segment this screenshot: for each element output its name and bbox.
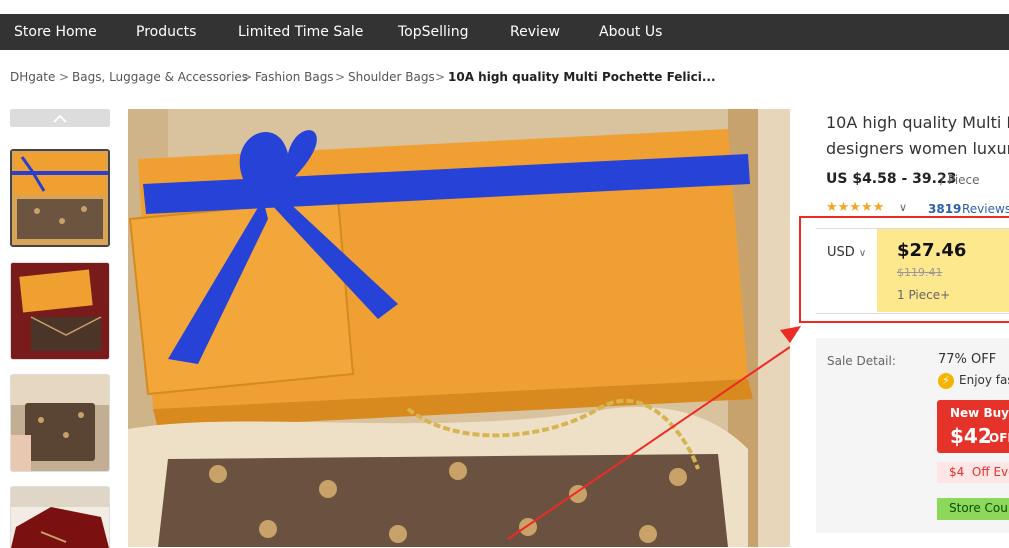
gallery-thumbnail-2[interactable]: [10, 262, 110, 360]
lightning-icon: ⚡: [938, 373, 954, 389]
chevron-down-icon[interactable]: ∨: [899, 201, 907, 214]
product-title: 10A high quality Multi Po designers wome…: [826, 110, 1009, 162]
coupon-amount: $42: [950, 424, 992, 448]
gallery-thumbnail-4[interactable]: [10, 486, 110, 548]
store-nav-bar: Store Home Products Limited Time Sale To…: [0, 14, 1009, 50]
annotation-highlight-box: [799, 216, 1009, 323]
coupon-off-label: OFF: [989, 431, 1009, 445]
nav-limited-time-sale[interactable]: Limited Time Sale: [238, 14, 363, 50]
reviews-link[interactable]: Reviews: [962, 202, 1009, 216]
gallery-thumbnail-1[interactable]: [10, 149, 110, 247]
product-photo: [128, 109, 790, 547]
review-count-link[interactable]: 3819: [928, 202, 961, 216]
price-range: US $4.58 - 39.23: [826, 171, 957, 187]
breadcrumb-fashion-bags[interactable]: Fashion Bags: [255, 70, 334, 84]
product-title-line-2: designers women luxury: [826, 139, 1009, 158]
gallery-scroll-up-button[interactable]: [10, 109, 110, 127]
every-order-label: Off Eve: [971, 465, 1009, 479]
unit-label: / Piece: [940, 173, 980, 187]
breadcrumb-shoulder-bags[interactable]: Shoulder Bags: [348, 70, 435, 84]
chevron-up-icon: [53, 114, 67, 123]
nav-review[interactable]: Review: [510, 14, 560, 50]
nav-store-home[interactable]: Store Home: [14, 14, 97, 50]
thumbnail-image: [11, 375, 109, 471]
thumbnail-image: [11, 487, 109, 548]
thumbnail-image: [12, 151, 108, 245]
main-product-image[interactable]: [128, 109, 790, 547]
fast-shipping-text: Enjoy fas: [959, 373, 1009, 387]
breadcrumb-separator: >: [335, 70, 346, 84]
nav-topselling[interactable]: TopSelling: [398, 14, 469, 50]
every-order-amount: $4: [949, 465, 965, 479]
breadcrumb-current: 10A high quality Multi Pochette Felici..…: [448, 70, 716, 84]
breadcrumb-bags-luggage[interactable]: Bags, Luggage & Accessories: [72, 70, 248, 84]
thumbnail-image: [11, 263, 109, 359]
every-order-coupon-text: $4 Off Eve: [949, 465, 1009, 479]
discount-percent: 77% OFF: [938, 352, 997, 367]
gallery-thumbnail-3[interactable]: [10, 374, 110, 472]
breadcrumb-dhgate[interactable]: DHgate: [10, 70, 55, 84]
breadcrumb-separator: >: [435, 70, 446, 84]
nav-products[interactable]: Products: [136, 14, 196, 50]
product-title-line-1: 10A high quality Multi Po: [826, 113, 1009, 132]
nav-about-us[interactable]: About Us: [599, 14, 662, 50]
breadcrumb-separator: >: [59, 70, 70, 84]
breadcrumb-separator: >: [242, 70, 253, 84]
star-rating[interactable]: ★★★★★: [826, 200, 884, 215]
sale-detail-label: Sale Detail:: [827, 354, 896, 368]
new-buyer-label: New Buyer: [950, 406, 1009, 420]
store-coupon-label: Store Cou: [949, 501, 1008, 515]
